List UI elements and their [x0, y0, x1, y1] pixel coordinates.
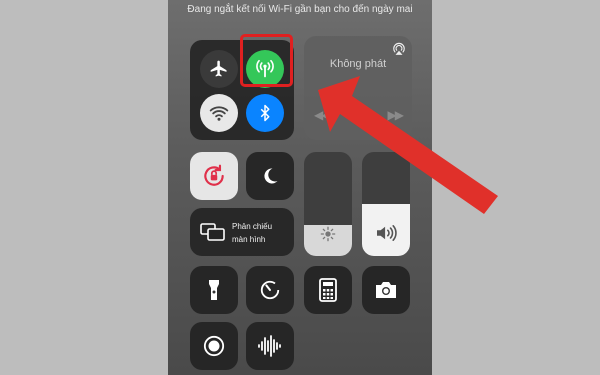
mirroring-label-line2: màn hình [232, 235, 266, 244]
screen-mirroring-button[interactable]: Phản chiếu màn hình [190, 208, 294, 256]
brightness-icon [320, 226, 336, 242]
voice-memos-button[interactable] [246, 322, 294, 370]
flashlight-icon [209, 280, 219, 300]
mirroring-label-line1: Phản chiếu [232, 222, 273, 231]
record-icon [203, 335, 225, 357]
media-controls: ◀◀ ▶ ▶▶ [314, 108, 405, 122]
control-center: Đang ngắt kết nối Wi-Fi gần bạn cho đến … [168, 0, 432, 375]
cellular-highlight-box [240, 34, 293, 87]
screen-mirroring-icon [200, 223, 225, 241]
volume-icon [377, 224, 397, 242]
timer-icon [260, 280, 280, 300]
bluetooth-button[interactable] [246, 94, 284, 132]
camera-icon [376, 282, 396, 298]
volume-slider[interactable] [362, 152, 410, 256]
airplane-mode-button[interactable] [200, 50, 238, 88]
next-track-button[interactable]: ▶▶ [388, 108, 405, 122]
camera-button[interactable] [362, 266, 410, 314]
timer-button[interactable] [246, 266, 294, 314]
now-playing-panel[interactable]: Không phát ◀◀ ▶ ▶▶ [304, 36, 412, 140]
moon-icon [264, 168, 278, 184]
rotation-lock-button[interactable] [190, 152, 238, 200]
previous-track-button[interactable]: ◀◀ [314, 108, 331, 122]
rotation-lock-icon [204, 164, 224, 186]
bluetooth-icon [260, 104, 270, 122]
wifi-button[interactable] [200, 94, 238, 132]
airplane-icon [210, 60, 227, 77]
play-button[interactable]: ▶ [354, 108, 363, 122]
media-title: Không phát [329, 58, 387, 70]
do-not-disturb-button[interactable] [246, 152, 294, 200]
calculator-icon [319, 278, 337, 302]
screen-recording-button[interactable] [190, 322, 238, 370]
status-banner: Đang ngắt kết nối Wi-Fi gần bạn cho đến … [187, 4, 413, 15]
calculator-button[interactable] [304, 266, 352, 314]
waveform-icon [258, 335, 281, 357]
screen-mirroring-label: Phản chiếu màn hình [232, 220, 272, 246]
wifi-icon [209, 106, 229, 121]
flashlight-button[interactable] [190, 266, 238, 314]
brightness-slider[interactable] [304, 152, 352, 256]
